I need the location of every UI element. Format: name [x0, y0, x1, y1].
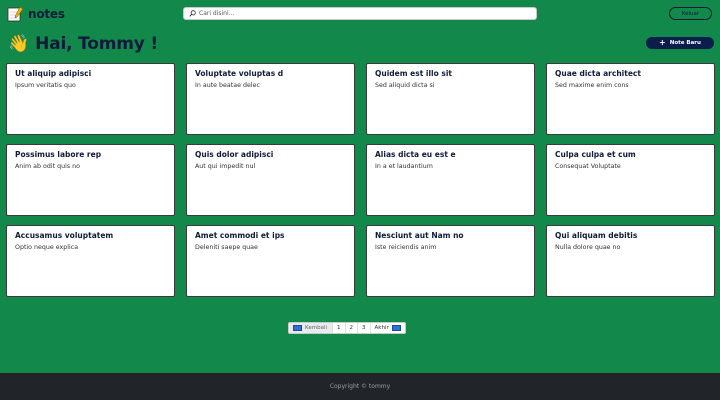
note-title: Culpa culpa et cum — [555, 150, 636, 159]
note-body: Anim ab odit quis no — [15, 163, 80, 170]
note-title: Alias dicta eu est e — [375, 150, 456, 159]
note-body: Deleniti saepe quae — [195, 244, 258, 251]
prev-arrow-icon — [293, 325, 302, 331]
note-body: Sed maxime enim cons — [555, 82, 629, 89]
note-title: Amet commodi et ips — [195, 231, 285, 240]
note-card[interactable]: Alias dicta eu est e In a et laudantium — [366, 144, 535, 216]
brand-name: notes — [28, 7, 65, 21]
pagination: Kembali 1 2 3 Akhir — [288, 322, 406, 334]
pagination-last-label: Akhir — [374, 325, 389, 331]
note-body: Optio neque explica — [15, 244, 79, 251]
pagination-prev-label: Kembali — [305, 325, 327, 331]
note-card[interactable]: Possimus labore rep Anim ab odit quis no — [6, 144, 175, 216]
new-note-label: Note Baru — [669, 40, 701, 46]
note-title: Ut aliquip adipisci — [15, 69, 92, 78]
note-card[interactable]: Accusamus voluptatem Optio neque explica — [6, 225, 175, 297]
search-bar[interactable] — [183, 7, 537, 20]
copyright-text: Copyright © tommy — [329, 383, 391, 390]
note-card[interactable]: Culpa culpa et cum Consequat Voluptate — [546, 144, 715, 216]
footer: Copyright © tommy — [0, 373, 720, 400]
note-card[interactable]: Quis dolor adipisci Aut qui impedit nul — [186, 144, 355, 216]
plus-icon: + — [659, 38, 666, 47]
navbar: notes Keluar — [0, 0, 720, 28]
waving-hand-icon: 👋 — [8, 34, 30, 54]
search-input[interactable] — [199, 8, 519, 19]
note-card[interactable]: Quae dicta architect Sed maxime enim con… — [546, 63, 715, 135]
search-icon — [189, 10, 196, 17]
note-title: Quae dicta architect — [555, 69, 641, 78]
note-body: In a et laudantium — [375, 163, 433, 170]
note-body: Aut qui impedit nul — [195, 163, 256, 170]
pagination-page-3[interactable]: 3 — [358, 323, 371, 333]
note-card[interactable]: Amet commodi et ips Deleniti saepe quae — [186, 225, 355, 297]
note-body: Consequat Voluptate — [555, 163, 621, 170]
notes-grid: Ut aliquip adipisci Ipsum veritatis quo … — [6, 63, 715, 297]
note-title: Qui aliquam debitis — [555, 231, 638, 240]
next-arrow-icon — [391, 325, 401, 331]
note-body: Iste reiciendis anim — [375, 244, 437, 251]
note-body: Nulla dolore quae no — [555, 244, 621, 251]
greeting: 👋 Hai, Tommy ! — [8, 34, 158, 54]
note-title: Nesciunt aut Nam no — [375, 231, 464, 240]
note-body: Ipsum veritatis quo — [15, 82, 76, 89]
pagination-page-1[interactable]: 1 — [333, 323, 346, 333]
note-card[interactable]: Voluptate voluptas d In aute beatae dele… — [186, 63, 355, 135]
note-card[interactable]: Quidem est illo sit Sed aliquid dicta si — [366, 63, 535, 135]
brand[interactable]: notes — [7, 6, 65, 22]
new-note-button[interactable]: + Note Baru — [646, 37, 714, 49]
note-title: Accusamus voluptatem — [15, 231, 114, 240]
note-title: Quis dolor adipisci — [195, 150, 274, 159]
note-title: Possimus labore rep — [15, 150, 102, 159]
note-title: Quidem est illo sit — [375, 69, 453, 78]
pagination-page-2[interactable]: 2 — [346, 323, 358, 333]
logout-button[interactable]: Keluar — [669, 7, 712, 20]
note-card[interactable]: Nesciunt aut Nam no Iste reiciendis anim — [366, 225, 535, 297]
note-body: Sed aliquid dicta si — [375, 82, 435, 89]
page-title: Hai, Tommy ! — [35, 34, 158, 54]
pagination-last-button[interactable]: Akhir — [371, 323, 405, 333]
note-title: Voluptate voluptas d — [195, 69, 284, 78]
note-pencil-icon — [7, 6, 24, 22]
note-body: In aute beatae delec — [195, 82, 260, 89]
note-card[interactable]: Qui aliquam debitis Nulla dolore quae no — [546, 225, 715, 297]
note-card[interactable]: Ut aliquip adipisci Ipsum veritatis quo — [6, 63, 175, 135]
pagination-prev-button[interactable]: Kembali — [289, 323, 333, 333]
